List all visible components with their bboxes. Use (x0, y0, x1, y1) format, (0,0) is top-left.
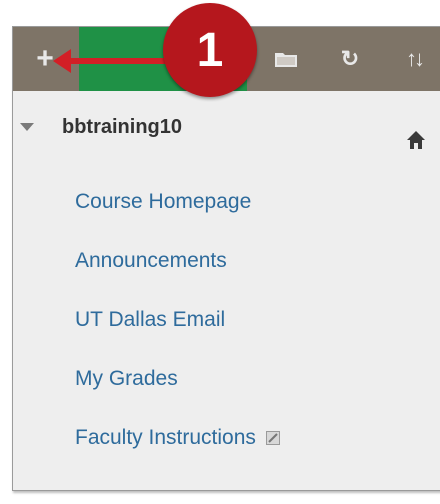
refresh-button[interactable]: ↻ (335, 27, 365, 91)
menu-item-announcements[interactable]: Announcements (75, 249, 227, 273)
course-menu-toolbar: + 1 ↻ ↑↓ (13, 3, 440, 97)
manage-folders-button[interactable] (271, 27, 301, 91)
menu-item-faculty-instructions[interactable]: Faculty Instructions (75, 426, 280, 450)
course-header[interactable]: bbtraining10 (20, 112, 440, 142)
menu-item-course-homepage[interactable]: Course Homepage (75, 190, 251, 214)
plus-icon: + (36, 42, 54, 75)
menu-item-label: Faculty Instructions (75, 426, 256, 449)
course-title: bbtraining10 (62, 115, 183, 138)
external-link-icon (265, 431, 280, 446)
menu-item-ut-dallas-email[interactable]: UT Dallas Email (75, 308, 225, 332)
step-number-badge: 1 (163, 3, 257, 97)
sort-icon: ↑↓ (406, 46, 425, 71)
home-icon[interactable] (406, 130, 426, 150)
reorder-button[interactable]: ↑↓ (397, 27, 431, 91)
collapse-caret-icon[interactable] (20, 123, 34, 131)
callout-arrow-head (53, 49, 71, 73)
course-menu-screenshot: + 1 ↻ ↑↓ bbtraining10 Course Homepage An… (0, 0, 440, 504)
menu-item-my-grades[interactable]: My Grades (75, 367, 178, 391)
refresh-icon: ↻ (340, 46, 360, 71)
folder-icon (275, 53, 297, 67)
